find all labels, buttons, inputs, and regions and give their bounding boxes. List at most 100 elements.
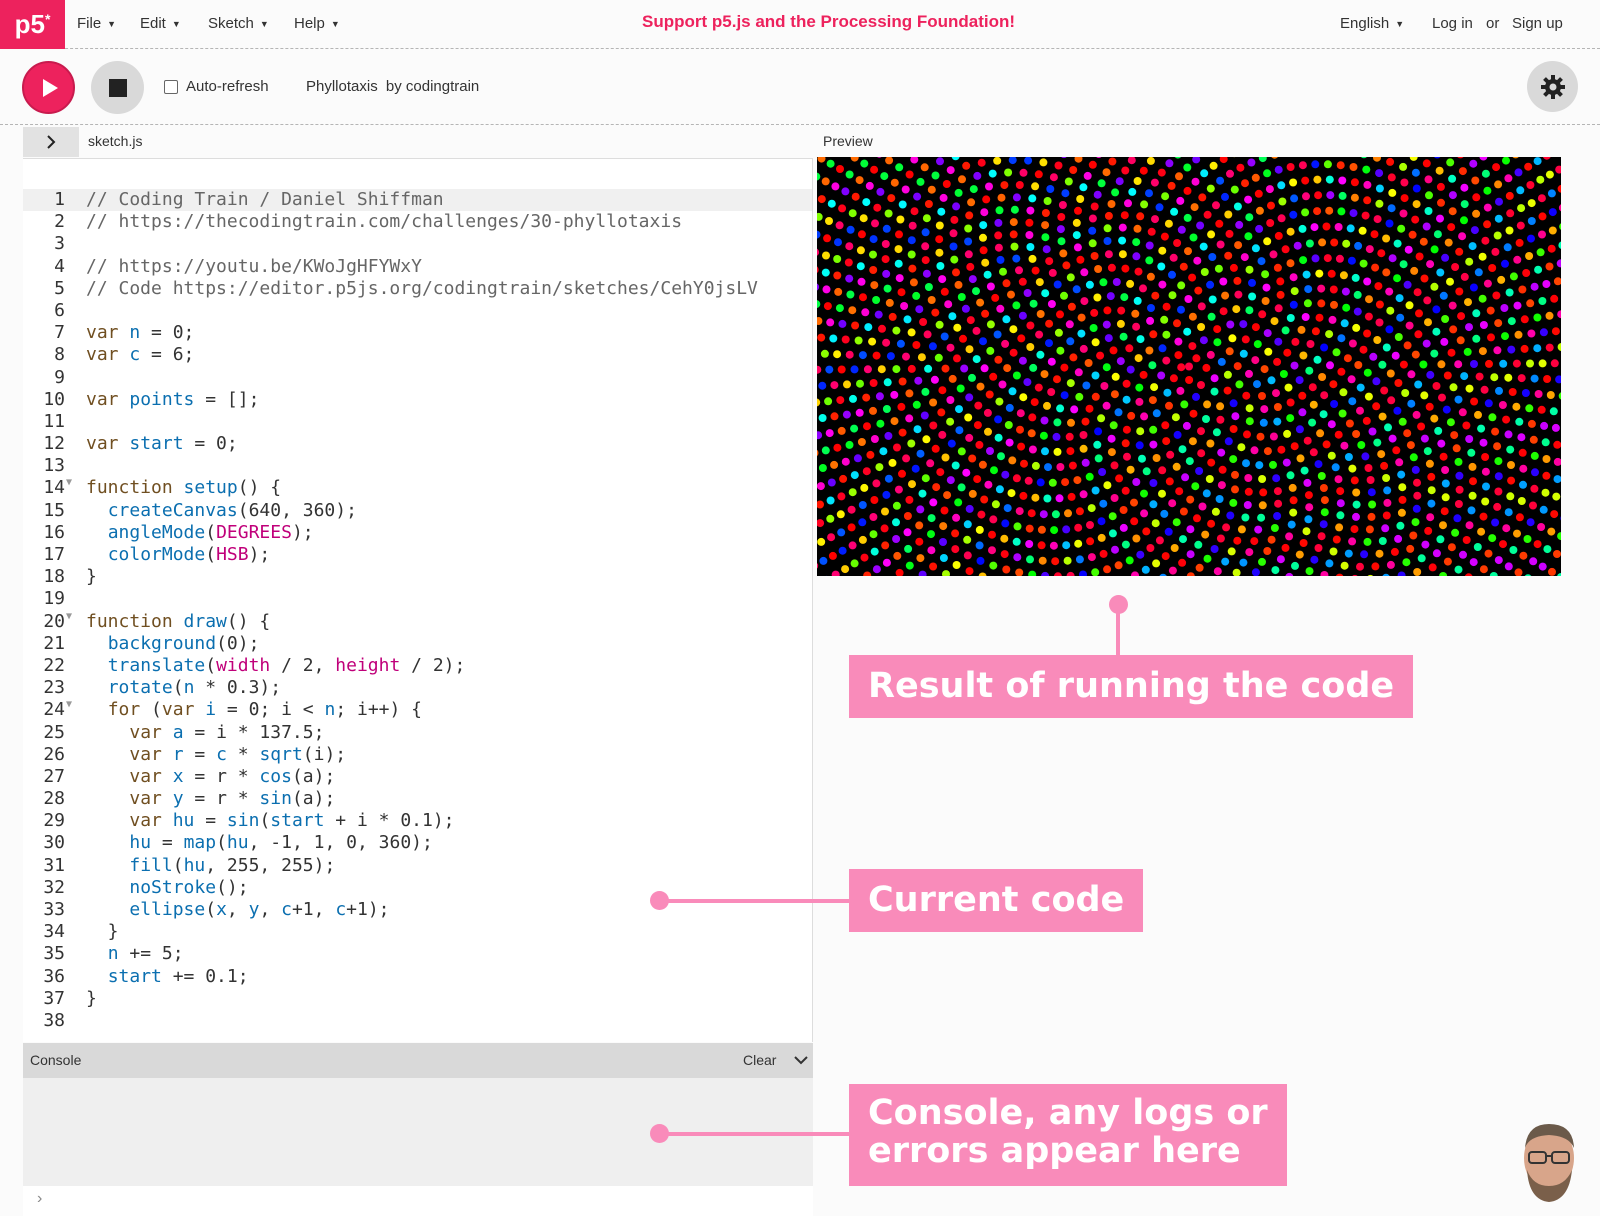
preview-dot bbox=[1208, 295, 1217, 304]
code-line[interactable]: 9 bbox=[23, 367, 812, 389]
code-line[interactable]: 19 bbox=[23, 588, 812, 610]
signup-link[interactable]: Sign up bbox=[1512, 15, 1563, 32]
code-line[interactable]: 27 var x = r * cos(a); bbox=[23, 766, 812, 788]
code-line[interactable]: 26 var r = c * sqrt(i); bbox=[23, 744, 812, 766]
language-menu[interactable]: English ▼ bbox=[1340, 15, 1404, 32]
code-line[interactable]: 3 bbox=[23, 233, 812, 255]
code-line[interactable]: 22 translate(width / 2, height / 2); bbox=[23, 655, 812, 677]
preview-canvas[interactable] bbox=[817, 157, 1561, 576]
preview-dot bbox=[1178, 558, 1187, 567]
callout-console-line1: Console, any logs or bbox=[868, 1093, 1268, 1133]
code-line[interactable]: 13 bbox=[23, 455, 812, 477]
preview-dot bbox=[1365, 245, 1374, 254]
preview-dot bbox=[1340, 561, 1349, 570]
preview-dot bbox=[1559, 223, 1561, 230]
preview-dot bbox=[1034, 383, 1043, 392]
code-line[interactable]: 36 start += 0.1; bbox=[23, 966, 812, 988]
preview-dot bbox=[1043, 494, 1052, 503]
code-line[interactable]: 4// https://youtu.be/KWoJgHFYWxY bbox=[23, 256, 812, 278]
preview-dot bbox=[1131, 309, 1140, 318]
code-line[interactable]: 23 rotate(n * 0.3); bbox=[23, 677, 812, 699]
preview-dot bbox=[1377, 249, 1386, 258]
code-line[interactable]: 7 var n = 0; bbox=[23, 322, 812, 344]
preview-dot bbox=[1352, 430, 1361, 438]
sketch-name[interactable]: Phyllotaxis bbox=[306, 78, 378, 95]
code-line[interactable]: 5// Code https://editor.p5js.org/codingt… bbox=[23, 278, 812, 300]
menu-sketch[interactable]: Sketch ▼ bbox=[208, 15, 269, 32]
preview-dot bbox=[883, 284, 892, 293]
chevron-down-icon[interactable] bbox=[793, 1053, 809, 1067]
login-link[interactable]: Log in bbox=[1432, 15, 1473, 32]
preview-dot bbox=[1447, 348, 1456, 357]
preview-dot bbox=[1359, 345, 1368, 354]
code-line[interactable]: 18} bbox=[23, 566, 812, 588]
preview-dot bbox=[1533, 540, 1542, 549]
code-line[interactable]: 2// https://thecodingtrain.com/challenge… bbox=[23, 211, 812, 233]
code-editor[interactable]: 1// Coding Train / Daniel Shiffman 2// ht… bbox=[23, 158, 813, 1042]
preview-dot bbox=[1224, 251, 1233, 260]
console-clear-button[interactable]: Clear bbox=[743, 1052, 776, 1068]
code-line[interactable]: 1// Coding Train / Daniel Shiffman bbox=[23, 189, 812, 212]
preview-dot bbox=[1158, 344, 1167, 353]
menu-edit[interactable]: Edit ▼ bbox=[140, 15, 181, 32]
code-line[interactable]: 31 fill(hu, 255, 255); bbox=[23, 855, 812, 877]
preview-dot bbox=[1250, 537, 1259, 546]
preview-dot bbox=[950, 255, 959, 264]
preview-dot bbox=[1244, 195, 1253, 204]
code-line[interactable]: 8 var c = 6; bbox=[23, 344, 812, 366]
preview-dot bbox=[1097, 533, 1106, 542]
support-link[interactable]: Support p5.js and the Processing Foundat… bbox=[642, 12, 1015, 32]
play-button[interactable] bbox=[22, 61, 75, 114]
stop-button[interactable] bbox=[91, 61, 144, 114]
preview-dot bbox=[1276, 277, 1285, 286]
preview-dot bbox=[895, 230, 903, 239]
menu-file[interactable]: File ▼ bbox=[77, 15, 116, 32]
code-line[interactable]: 10 var points = []; bbox=[23, 389, 812, 411]
preview-dot bbox=[1291, 337, 1300, 346]
fold-toggle-icon[interactable]: ▼ bbox=[66, 699, 72, 710]
preview-dot bbox=[1505, 226, 1514, 235]
preview-dot bbox=[994, 415, 1003, 424]
auto-refresh-checkbox[interactable] bbox=[164, 79, 178, 94]
code-line[interactable]: 14 ▼ function setup() { bbox=[23, 477, 812, 499]
code-line[interactable]: 16 angleMode(DEGREES); bbox=[23, 522, 812, 544]
code-lines[interactable]: 1// Coding Train / Daniel Shiffman 2// ht… bbox=[23, 189, 812, 1032]
preview-dot bbox=[1103, 237, 1112, 245]
code-line[interactable]: 12 var start = 0; bbox=[23, 433, 812, 455]
code-line[interactable]: 28 var y = r * sin(a); bbox=[23, 788, 812, 810]
settings-button[interactable] bbox=[1527, 61, 1578, 112]
code-line[interactable]: 35 n += 5; bbox=[23, 943, 812, 965]
preview-dot bbox=[1524, 574, 1532, 576]
code-line[interactable]: 20 ▼ function draw() { bbox=[23, 611, 812, 633]
preview-dot bbox=[1301, 208, 1310, 217]
sketch-author[interactable]: by codingtrain bbox=[386, 78, 479, 95]
code-line[interactable]: 29 var hu = sin(start + i * 0.1); bbox=[23, 810, 812, 832]
code-line[interactable]: 34 } bbox=[23, 921, 812, 943]
expand-sidebar-button[interactable] bbox=[23, 127, 79, 157]
auto-refresh-toggle[interactable]: Auto-refresh bbox=[164, 78, 269, 95]
preview-dot bbox=[1148, 396, 1157, 405]
code-line[interactable]: 30 hu = map(hu, -1, 1, 0, 360); bbox=[23, 832, 812, 854]
menu-help[interactable]: Help ▼ bbox=[294, 15, 340, 32]
preview-dot bbox=[1039, 431, 1048, 440]
code-line[interactable]: 11 bbox=[23, 411, 812, 433]
preview-dot bbox=[1251, 356, 1260, 365]
code-line[interactable]: 32 noStroke(); bbox=[23, 877, 812, 899]
code-line[interactable]: 21 background(0); bbox=[23, 633, 812, 655]
code-line[interactable]: 6 bbox=[23, 300, 812, 322]
code-line[interactable]: 15 createCanvas(640, 360); bbox=[23, 500, 812, 522]
preview-dot bbox=[1024, 157, 1033, 165]
code-line[interactable]: 38 bbox=[23, 1010, 812, 1032]
code-line[interactable]: 17 colorMode(HSB); bbox=[23, 544, 812, 566]
code-line[interactable]: 25 var a = i * 137.5; bbox=[23, 722, 812, 744]
p5-logo[interactable]: p5 * bbox=[0, 0, 65, 49]
preview-dot bbox=[1364, 464, 1373, 472]
code-line[interactable]: 37} bbox=[23, 988, 812, 1010]
preview-dot bbox=[1536, 248, 1545, 257]
file-tab-name[interactable]: sketch.js bbox=[88, 133, 142, 149]
fold-toggle-icon[interactable]: ▼ bbox=[66, 477, 72, 488]
code-line[interactable]: 24 ▼ for (var i = 0; i < n; i++) { bbox=[23, 699, 812, 721]
console-input[interactable]: › bbox=[23, 1186, 813, 1216]
fold-toggle-icon[interactable]: ▼ bbox=[66, 611, 72, 622]
preview-dot bbox=[1378, 412, 1387, 421]
